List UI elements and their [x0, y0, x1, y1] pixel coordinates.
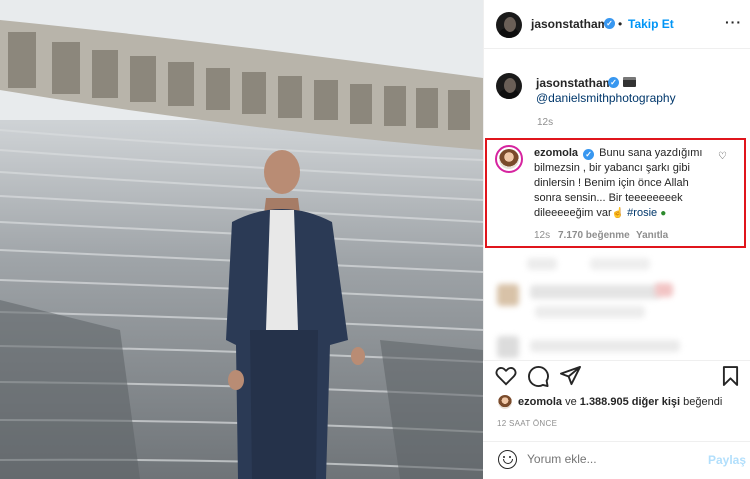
likes-count[interactable]: 1.388.905 diğer kişi: [580, 396, 680, 408]
caption-avatar[interactable]: [496, 73, 522, 99]
header-username[interactable]: jasonstatham: [531, 17, 608, 31]
post-header: [483, 0, 750, 49]
blurred-comment: [535, 306, 645, 318]
blurred-avatar: [497, 284, 519, 306]
photo-image: [0, 0, 483, 479]
blurred-comment: [530, 285, 660, 299]
comment-like-heart-icon[interactable]: ♡: [718, 151, 727, 162]
header-separator: •: [618, 17, 623, 31]
likes-connector: ve: [565, 396, 577, 408]
comment-line1: Bunu sana yazdığımı: [599, 147, 703, 159]
comment-text: ezomola ✓ Bunu sana yazdığımı bilmezsin …: [534, 146, 714, 221]
jasonstatham-avatar[interactable]: [496, 12, 522, 38]
clapperboard-icon: [623, 77, 636, 87]
hand-emoji-icon: ☝: [611, 208, 625, 219]
heart-icon[interactable]: [495, 366, 517, 386]
comment-icon[interactable]: [528, 366, 549, 387]
share-icon[interactable]: [560, 366, 581, 386]
caption-verified-badge-icon: ✓: [608, 77, 619, 88]
post-photo[interactable]: [0, 0, 483, 479]
man-figure: [226, 150, 365, 479]
turtle-emoji-icon: ●: [660, 208, 667, 219]
emoji-icon[interactable]: [498, 450, 517, 469]
follow-button[interactable]: Takip Et: [628, 17, 674, 31]
blurred-comment: [527, 258, 557, 270]
comment-line3: dinlersin ! Benim için önce Allah: [534, 177, 689, 189]
likes-summary: ezomola ve 1.388.905 diğer kişi beğendi: [518, 396, 722, 408]
post-comment-button[interactable]: Paylaş: [708, 453, 746, 467]
comment-reply-button[interactable]: Yanıtla: [636, 230, 668, 241]
bookmark-icon[interactable]: [722, 366, 739, 386]
comment-input[interactable]: [527, 452, 687, 466]
comment-line4: sonra sensin... Bir teeeeeeeek: [534, 192, 683, 204]
caption-time: 12s: [537, 117, 554, 128]
comment-username[interactable]: ezomola: [534, 147, 578, 159]
liker-avatar[interactable]: [498, 395, 512, 409]
comment-time: 12s: [534, 230, 551, 241]
blurred-comment: [655, 283, 673, 297]
comment-likes-count[interactable]: 7.170 beğenme: [558, 230, 630, 241]
post-timestamp[interactable]: 12 SAAT ÖNCE: [497, 419, 557, 428]
caption-mention[interactable]: @danielsmithphotography: [536, 91, 676, 105]
blurred-comment: [530, 340, 680, 352]
more-options-icon[interactable]: ···: [725, 14, 742, 30]
liker-username[interactable]: ezomola: [518, 396, 562, 408]
likes-suffix: beğendi: [683, 396, 723, 408]
comment-line5: dileeeeeğim var: [534, 207, 612, 219]
verified-badge-icon: ✓: [604, 18, 615, 29]
blurred-avatar: [497, 336, 519, 358]
ezomola-avatar[interactable]: [495, 145, 523, 173]
comment-line2: bilmezsin , bir yabancı şarkı gibi: [534, 162, 690, 174]
comment-verified-badge-icon: ✓: [583, 149, 595, 160]
blurred-comment: [590, 258, 650, 270]
caption-username[interactable]: jasonstatham: [536, 76, 613, 90]
comment-hashtag[interactable]: #rosie: [627, 207, 657, 219]
